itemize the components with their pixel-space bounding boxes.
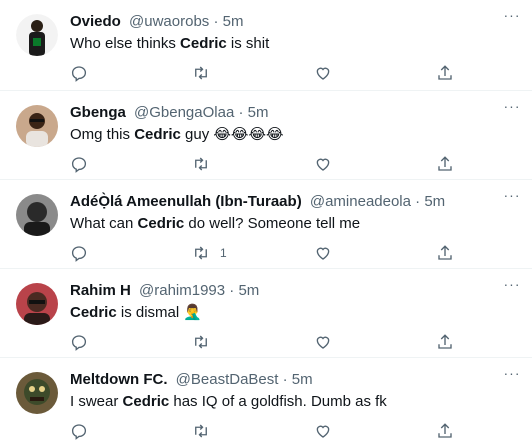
tweet-text: Cedric is dismal 🤦‍♂️ (70, 304, 203, 321)
share-icon (438, 334, 452, 349)
tweet[interactable]: Rahim H @rahim1993 · 5m Cedric is dismal… (0, 269, 532, 358)
share-button[interactable] (436, 421, 454, 441)
reply-button[interactable] (70, 154, 88, 174)
display-name[interactable]: AdéỌ̀lá Ameenullah (Ibn-Turaab) (70, 193, 302, 210)
more-options-button[interactable]: ··· (502, 8, 522, 24)
tweet-text: Who else thinks Cedric is shit (70, 35, 270, 52)
separator-dot: · (415, 193, 421, 210)
more-options-button[interactable]: ··· (502, 188, 522, 204)
reply-button[interactable] (70, 421, 88, 441)
like-icon (316, 425, 330, 438)
avatar[interactable] (16, 14, 58, 56)
separator-dot: · (229, 282, 235, 299)
retweet-icon (195, 66, 207, 80)
tweet-actions: 1 (70, 243, 460, 263)
retweet-icon (195, 246, 207, 260)
retweet-icon (195, 335, 207, 349)
tweet[interactable]: AdéỌ̀lá Ameenullah (Ibn-Turaab) @aminead… (0, 180, 532, 269)
retweet-button[interactable] (192, 332, 220, 352)
reply-icon (71, 66, 87, 82)
reply-button[interactable] (70, 243, 88, 263)
display-name[interactable]: Gbenga (70, 104, 126, 121)
display-name[interactable]: Meltdown FC. (70, 371, 168, 388)
retweet-button[interactable] (192, 421, 220, 441)
search-highlight: Cedric (122, 393, 170, 410)
laughing-emoji: 😂😂😂😂 (213, 126, 284, 143)
tweet-text: I swear Cedric has IQ of a goldfish. Dum… (70, 393, 387, 410)
display-name[interactable]: Oviedo (70, 13, 121, 30)
separator-dot: · (282, 371, 288, 388)
separator-dot: · (213, 13, 219, 30)
more-options-button[interactable]: ··· (502, 277, 522, 293)
timestamp[interactable]: 5m (424, 193, 445, 210)
tweet-header: AdéỌ̀lá Ameenullah (Ibn-Turaab) @aminead… (70, 192, 520, 212)
like-button[interactable] (314, 63, 332, 83)
search-highlight: Cedric (180, 35, 227, 52)
retweet-button[interactable]: 1 (192, 243, 227, 263)
timeline: Oviedo @uwaorobs · 5m Who else thinks Ce… (0, 0, 532, 447)
like-button[interactable] (314, 154, 332, 174)
share-icon (438, 156, 452, 171)
share-icon (438, 423, 452, 438)
handle[interactable]: @amineadeola (310, 193, 411, 210)
search-highlight: Cedric (70, 304, 117, 321)
tweet-actions (70, 332, 460, 352)
reply-button[interactable] (70, 332, 88, 352)
reply-icon (71, 157, 87, 173)
tweet[interactable]: Oviedo @uwaorobs · 5m Who else thinks Ce… (0, 0, 532, 91)
retweet-count: 1 (220, 246, 227, 260)
share-icon (438, 245, 452, 260)
tweet-actions (70, 421, 460, 441)
separator-dot: · (238, 104, 244, 121)
tweet-text: What can Cedric do well? Someone tell me (70, 215, 361, 232)
like-icon (316, 247, 330, 260)
like-button[interactable] (314, 332, 332, 352)
share-button[interactable] (436, 154, 454, 174)
display-name[interactable]: Rahim H (70, 282, 131, 299)
reply-icon (71, 335, 87, 351)
timestamp[interactable]: 5m (248, 104, 269, 121)
retweet-icon (195, 157, 207, 171)
facepalm-emoji: 🤦‍♂️ (183, 304, 203, 321)
handle[interactable]: @rahim1993 (139, 282, 225, 299)
search-highlight: Cedric (137, 215, 185, 232)
tweet-header: Oviedo @uwaorobs · 5m (70, 12, 520, 32)
timestamp[interactable]: 5m (292, 371, 313, 388)
reply-icon (71, 424, 87, 440)
handle[interactable]: @GbengaOlaa (134, 104, 234, 121)
like-icon (316, 336, 330, 349)
timestamp[interactable]: 5m (223, 13, 244, 30)
tweet-actions (70, 154, 460, 174)
share-icon (438, 65, 452, 80)
share-button[interactable] (436, 63, 454, 83)
more-options-button[interactable]: ··· (502, 366, 522, 382)
tweet-header: Meltdown FC. @BeastDaBest · 5m (70, 370, 520, 390)
avatar[interactable] (16, 372, 58, 414)
avatar[interactable] (16, 194, 58, 236)
reply-icon (71, 246, 87, 262)
more-options-button[interactable]: ··· (502, 99, 522, 115)
retweet-button[interactable] (192, 154, 220, 174)
retweet-icon (195, 424, 207, 438)
avatar[interactable] (16, 105, 58, 147)
handle[interactable]: @uwaorobs (129, 13, 209, 30)
share-button[interactable] (436, 243, 454, 263)
tweet-actions (70, 63, 460, 83)
tweet-header: Rahim H @rahim1993 · 5m (70, 281, 520, 301)
like-button[interactable] (314, 243, 332, 263)
tweet-text: Omg this Cedric guy 😂😂😂😂 (70, 126, 284, 143)
retweet-button[interactable] (192, 63, 220, 83)
handle[interactable]: @BeastDaBest (176, 371, 279, 388)
reply-button[interactable] (70, 63, 88, 83)
avatar[interactable] (16, 283, 58, 325)
share-button[interactable] (436, 332, 454, 352)
tweet[interactable]: Meltdown FC. @BeastDaBest · 5m I swear C… (0, 358, 532, 447)
like-icon (316, 158, 330, 171)
search-highlight: Cedric (134, 126, 181, 143)
like-button[interactable] (314, 421, 332, 441)
tweet[interactable]: Gbenga @GbengaOlaa · 5m Omg this Cedric … (0, 91, 532, 180)
tweet-header: Gbenga @GbengaOlaa · 5m (70, 103, 520, 123)
timestamp[interactable]: 5m (238, 282, 259, 299)
like-icon (316, 67, 330, 80)
